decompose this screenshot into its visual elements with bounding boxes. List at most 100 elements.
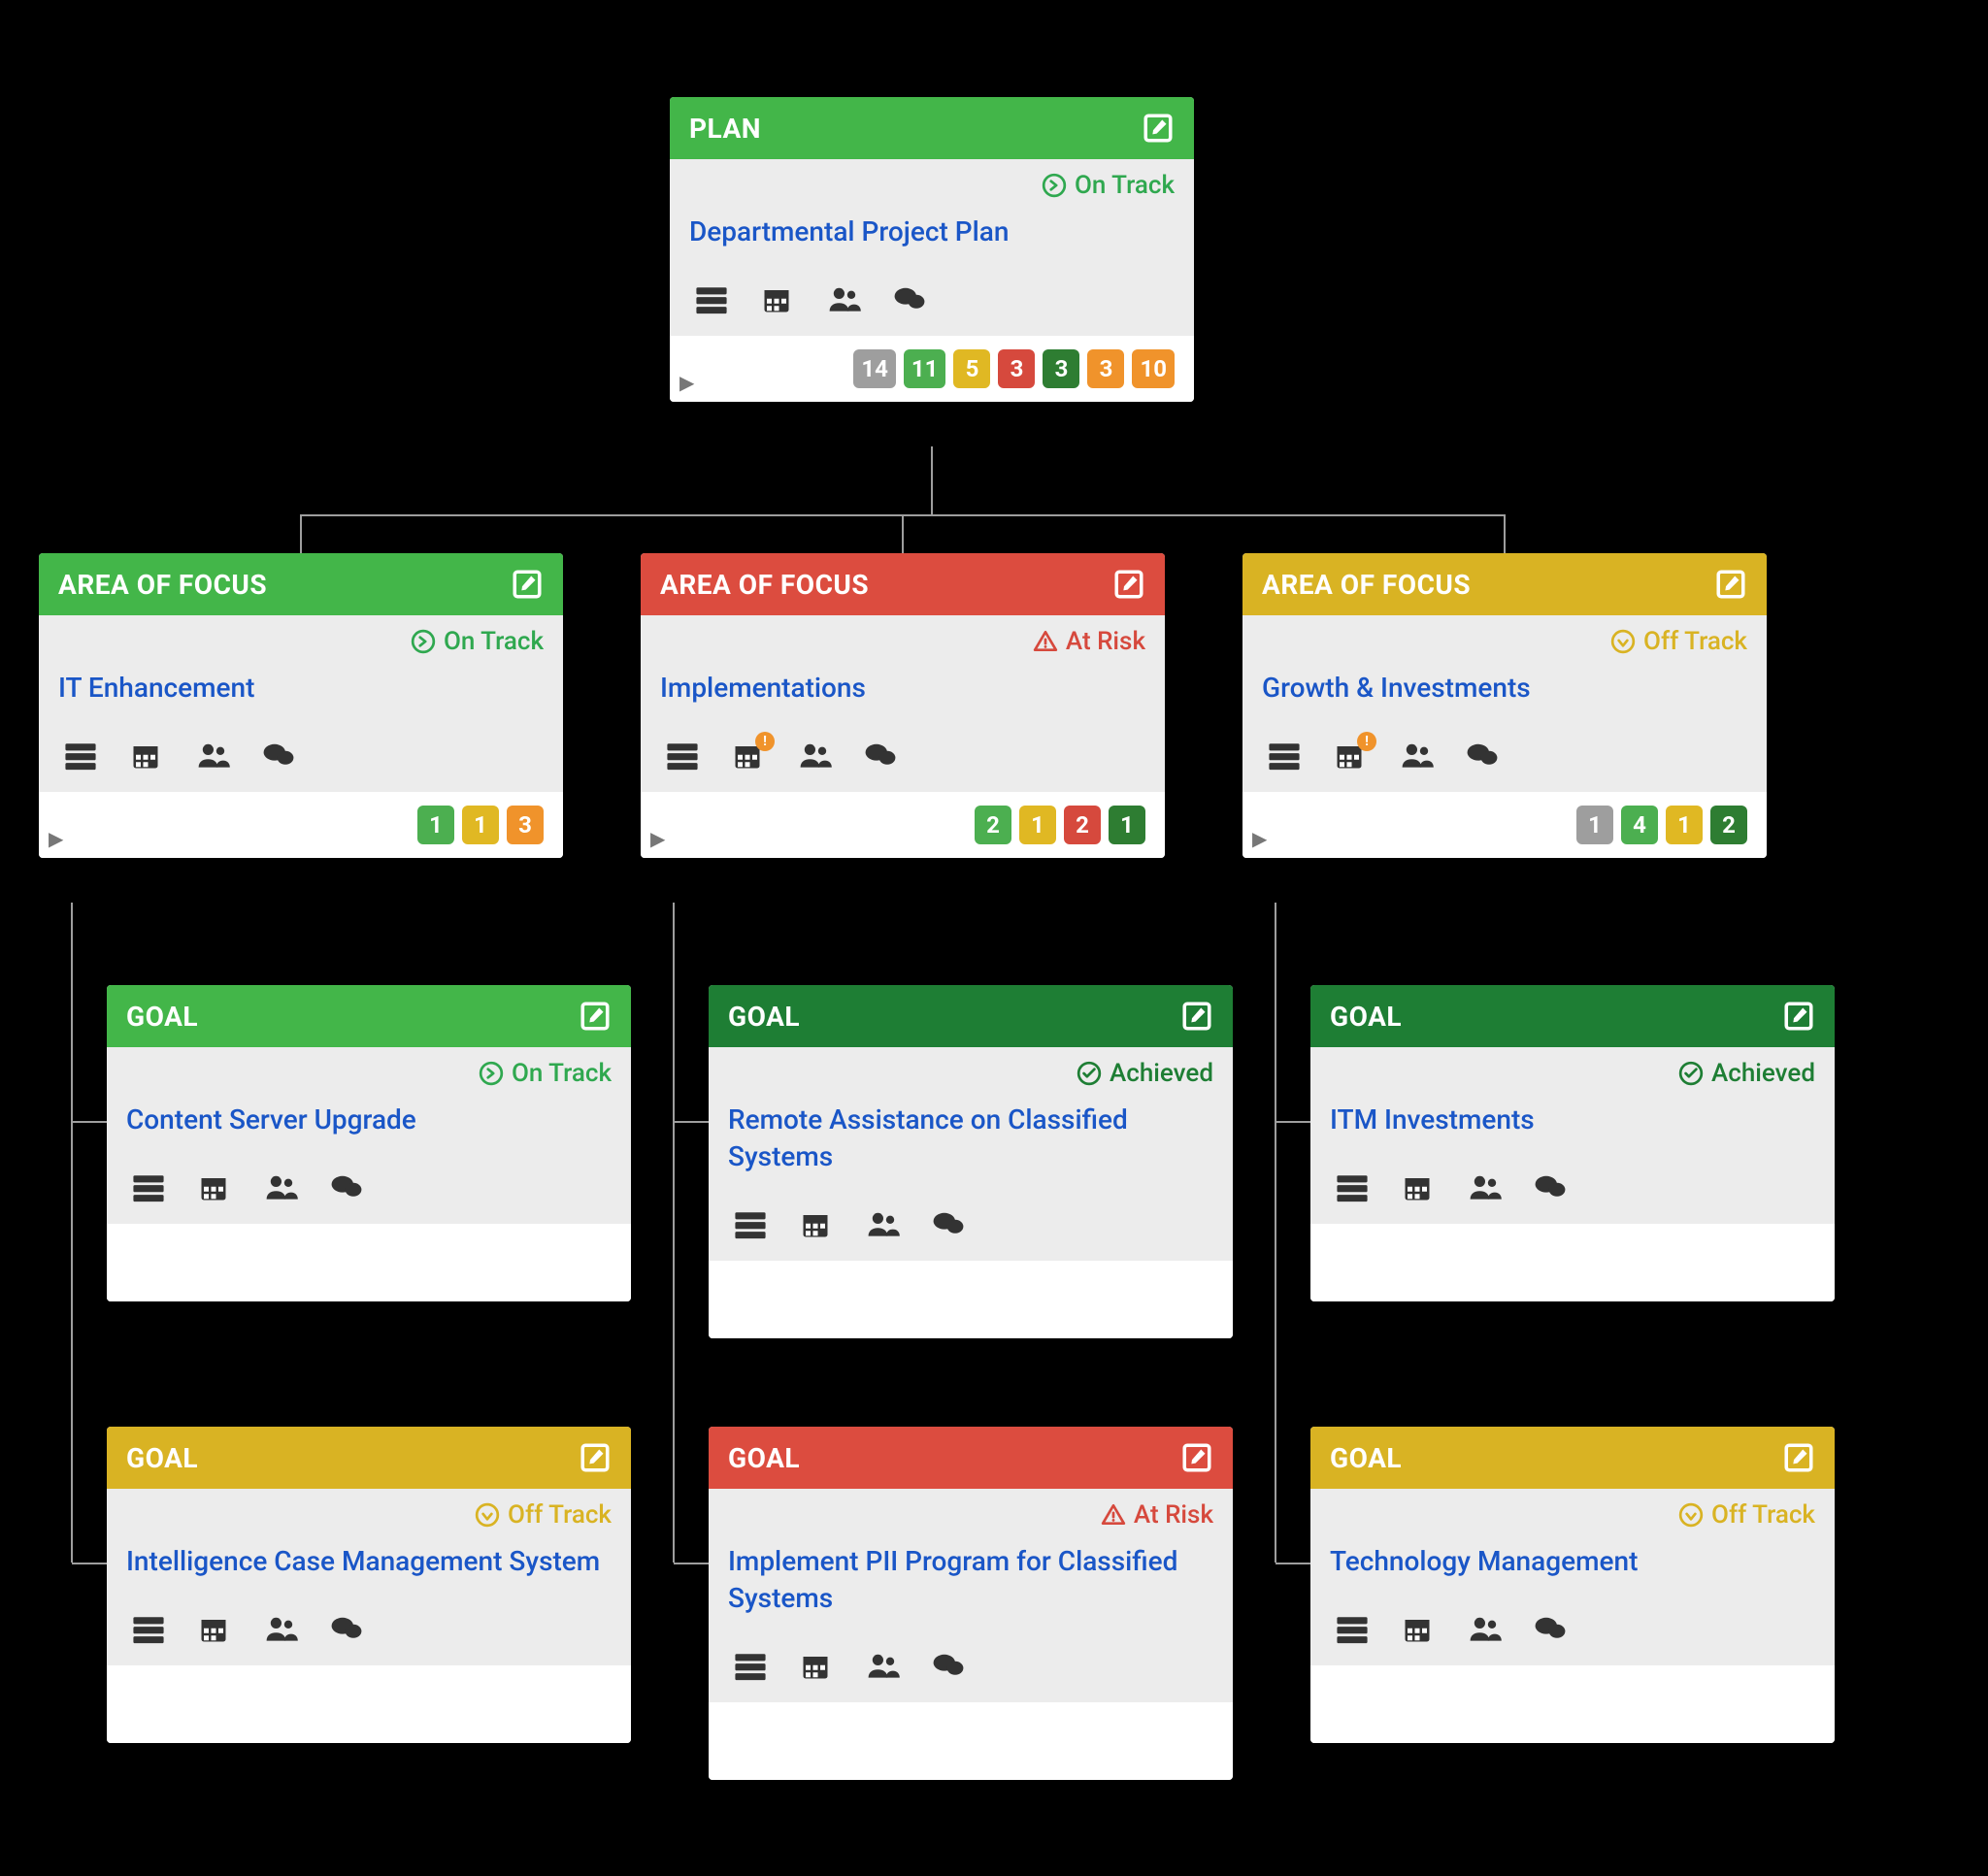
card-type-label: GOAL [1330, 1442, 1402, 1474]
calendar-icon[interactable] [1402, 1615, 1435, 1644]
status-row: On Track [107, 1047, 631, 1094]
connector-line [72, 1121, 107, 1123]
card-title-link[interactable]: Growth & Investments [1262, 672, 1531, 704]
chat-icon[interactable] [262, 741, 295, 771]
count-badge: 1 [1019, 806, 1056, 844]
edit-icon[interactable] [511, 568, 544, 601]
connector-line [674, 1563, 709, 1564]
expand-toggle[interactable]: ▶ [650, 827, 665, 850]
card-title-link[interactable]: Implementations [660, 672, 866, 704]
card-title-link[interactable]: Remote Assistance on Classified Systems [728, 1103, 1128, 1172]
server-icon[interactable] [132, 1615, 165, 1644]
server-icon[interactable] [1336, 1173, 1369, 1202]
arrow-down-circle-icon [1678, 1502, 1704, 1528]
status-label: Off Track [1643, 627, 1747, 656]
edit-icon[interactable] [1112, 568, 1145, 601]
status-label: Off Track [1711, 1500, 1815, 1530]
alert-badge-icon: ! [755, 732, 775, 751]
status-row: Achieved [709, 1047, 1233, 1094]
status-row: At Risk [709, 1489, 1233, 1535]
people-icon[interactable] [866, 1652, 899, 1681]
calendar-icon[interactable] [800, 1652, 833, 1681]
edit-icon[interactable] [579, 1441, 612, 1474]
connector-line [673, 903, 675, 1563]
server-icon[interactable] [666, 741, 699, 771]
status-label: At Risk [1134, 1500, 1213, 1530]
count-badge: 11 [904, 349, 946, 388]
edit-icon[interactable] [1180, 1441, 1213, 1474]
count-badge: 1 [1666, 806, 1703, 844]
chat-icon[interactable] [330, 1173, 363, 1202]
people-icon[interactable] [798, 741, 831, 771]
chat-icon[interactable] [1466, 741, 1499, 771]
edit-icon[interactable] [1142, 112, 1175, 145]
server-icon[interactable] [1336, 1615, 1369, 1644]
count-badge: 3 [998, 349, 1035, 388]
card-title-link[interactable]: Technology Management [1330, 1545, 1638, 1577]
count-badge: 3 [1043, 349, 1079, 388]
chat-icon[interactable] [1534, 1615, 1567, 1644]
action-icon-row: ! [1242, 720, 1767, 792]
calendar-icon[interactable] [198, 1173, 231, 1202]
status-label: At Risk [1066, 627, 1145, 656]
calendar-icon[interactable]: ! [732, 741, 765, 771]
card-type-label: GOAL [1330, 1001, 1402, 1033]
server-icon[interactable] [695, 285, 728, 314]
calendar-icon[interactable] [800, 1210, 833, 1239]
card-type-label: GOAL [126, 1442, 198, 1474]
edit-icon[interactable] [1782, 1441, 1815, 1474]
people-icon[interactable] [1400, 741, 1433, 771]
card-title-link[interactable]: Implement PII Program for Classified Sys… [728, 1545, 1177, 1614]
chat-icon[interactable] [864, 741, 897, 771]
action-icon-row [1310, 1594, 1835, 1665]
alert-triangle-icon [1101, 1502, 1126, 1528]
chat-icon[interactable] [893, 285, 926, 314]
badge-row: 113 ▶ [39, 792, 563, 858]
server-icon[interactable] [734, 1210, 767, 1239]
connector-line [1504, 514, 1506, 553]
people-icon[interactable] [264, 1173, 297, 1202]
expand-toggle[interactable]: ▶ [679, 371, 694, 394]
server-icon[interactable] [1268, 741, 1301, 771]
card-title-link[interactable]: IT Enhancement [58, 672, 254, 704]
goal-card: GOAL Off Track Technology Management [1310, 1427, 1835, 1743]
people-icon[interactable] [1468, 1173, 1501, 1202]
card-header: GOAL [1310, 1427, 1835, 1489]
expand-toggle[interactable]: ▶ [1252, 827, 1267, 850]
calendar-icon[interactable]: ! [1334, 741, 1367, 771]
people-icon[interactable] [866, 1210, 899, 1239]
calendar-icon[interactable] [130, 741, 163, 771]
server-icon[interactable] [132, 1173, 165, 1202]
card-title-link[interactable]: Departmental Project Plan [689, 215, 1009, 247]
chat-icon[interactable] [1534, 1173, 1567, 1202]
card-header: GOAL [107, 1427, 631, 1489]
people-icon[interactable] [827, 285, 860, 314]
edit-icon[interactable] [1782, 1000, 1815, 1033]
server-icon[interactable] [734, 1652, 767, 1681]
calendar-icon[interactable] [198, 1615, 231, 1644]
count-badge: 2 [975, 806, 1011, 844]
edit-icon[interactable] [579, 1000, 612, 1033]
arrow-right-circle-icon [1042, 173, 1067, 198]
people-icon[interactable] [264, 1615, 297, 1644]
people-icon[interactable] [196, 741, 229, 771]
card-title-link[interactable]: ITM Investments [1330, 1103, 1535, 1135]
calendar-icon[interactable] [1402, 1173, 1435, 1202]
server-icon[interactable] [64, 741, 97, 771]
calendar-icon[interactable] [761, 285, 794, 314]
chat-icon[interactable] [932, 1210, 965, 1239]
card-title-link[interactable]: Content Server Upgrade [126, 1103, 416, 1135]
card-title-link[interactable]: Intelligence Case Management System [126, 1545, 600, 1577]
chat-icon[interactable] [330, 1615, 363, 1644]
chat-icon[interactable] [932, 1652, 965, 1681]
expand-toggle[interactable]: ▶ [49, 827, 63, 850]
connector-line [1276, 1563, 1310, 1564]
count-badge: 3 [1087, 349, 1124, 388]
action-icon-row [709, 1189, 1233, 1261]
edit-icon[interactable] [1714, 568, 1747, 601]
action-icon-row [1310, 1152, 1835, 1224]
people-icon[interactable] [1468, 1615, 1501, 1644]
status-row: Off Track [107, 1489, 631, 1535]
edit-icon[interactable] [1180, 1000, 1213, 1033]
status-label: On Track [444, 627, 544, 656]
